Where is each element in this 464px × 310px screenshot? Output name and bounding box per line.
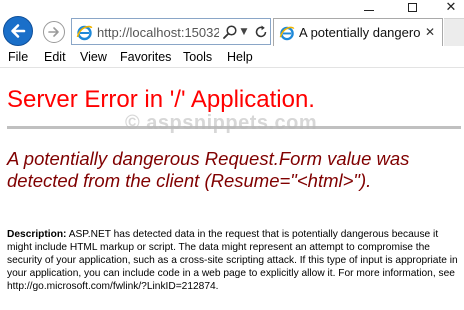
tab-ie-icon (279, 26, 295, 41)
window-close-icon: ✕ (445, 0, 457, 15)
back-arrow-icon (11, 24, 26, 38)
description-text: ASP.NET has detected data in the request… (7, 229, 458, 292)
minimize-button[interactable] (354, 0, 384, 15)
refresh-icon[interactable] (253, 24, 269, 40)
address-bar[interactable]: ▼ (71, 18, 271, 45)
menu-bar: File Edit View Favorites Tools Help (0, 48, 464, 68)
menu-file[interactable]: File (8, 50, 28, 64)
menu-edit[interactable]: Edit (44, 50, 66, 64)
address-input[interactable] (97, 23, 219, 41)
menu-help[interactable]: Help (227, 50, 253, 64)
description-block: Description: ASP.NET has detected data i… (7, 228, 462, 293)
chevron-down-icon[interactable]: ▼ (238, 24, 250, 40)
tab-active[interactable]: A potentially dangero... ✕ (273, 18, 443, 46)
navigation-bar: ▼ A potentially dangero... ✕ (0, 15, 464, 48)
tab-title: A potentially dangero... (299, 25, 421, 40)
forward-button[interactable] (43, 21, 65, 43)
description-label: Description: (7, 229, 67, 240)
menu-favorites[interactable]: Favorites (120, 50, 171, 64)
back-button[interactable] (3, 16, 33, 46)
forward-arrow-icon (48, 27, 59, 37)
maximize-button[interactable] (397, 0, 427, 15)
error-message: A potentially dangerous Request.Form val… (7, 148, 410, 191)
watermark: © aspsnippets.com (125, 112, 318, 134)
window-close-button[interactable]: ✕ (436, 0, 464, 15)
maximize-icon (407, 3, 417, 12)
close-icon[interactable]: ✕ (425, 25, 435, 39)
page-title: Server Error in '/' Application. (7, 86, 315, 113)
search-icon[interactable] (222, 24, 238, 40)
window-caption-bar: ✕ (0, 0, 464, 15)
ie-icon (76, 25, 93, 41)
menu-view[interactable]: View (80, 50, 107, 64)
menu-tools[interactable]: Tools (183, 50, 212, 64)
new-tab-button[interactable] (444, 18, 464, 46)
minimize-icon (364, 10, 374, 11)
page-content: Server Error in '/' Application. © aspsn… (0, 68, 464, 310)
